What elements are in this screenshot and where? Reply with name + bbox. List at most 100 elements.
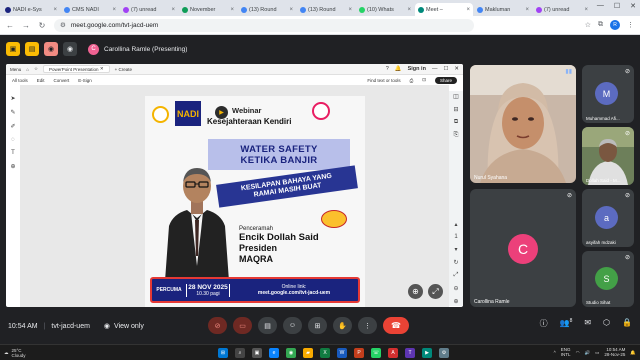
acrobat-icon[interactable]: A	[388, 348, 398, 358]
powerpoint-icon[interactable]: P	[354, 348, 364, 358]
browser-tab[interactable]: NADI e-Sys ×	[2, 3, 60, 16]
host-controls-icon[interactable]: 🔒	[622, 318, 632, 329]
participant-tile[interactable]: M ⊘ Muhammad Afi...	[582, 65, 634, 123]
select-tool-icon[interactable]: ➤	[10, 95, 15, 102]
zoom-in-side-icon[interactable]: ⊕	[453, 298, 458, 305]
fit-page-icon[interactable]: ⤢	[454, 272, 459, 279]
bookmark-icon[interactable]: ☆	[34, 66, 38, 72]
zoom-in-icon[interactable]: ⊕	[408, 284, 423, 299]
refresh-icon[interactable]: ↻	[453, 259, 458, 266]
share-button[interactable]: Share	[434, 76, 457, 84]
captions-button[interactable]: ▤	[258, 317, 277, 334]
browser-tab[interactable]: Makluman ×	[474, 3, 532, 16]
menu-all-tools[interactable]: All tools	[12, 78, 28, 83]
weather-widget[interactable]: ☁ 25°C Cloudy	[4, 348, 26, 358]
sign-in-button[interactable]: Sign in	[408, 66, 426, 72]
menu-edit[interactable]: Edit	[37, 78, 45, 83]
battery-icon[interactable]: ▭	[595, 350, 599, 355]
edge-icon[interactable]: e	[269, 348, 279, 358]
forward-icon[interactable]: →	[22, 21, 30, 30]
whatsapp-icon[interactable]: ☏	[371, 348, 381, 358]
system-clock[interactable]: 10:54 AM 28-Nov-25	[604, 347, 625, 357]
menu-convert[interactable]: Convert	[54, 78, 70, 83]
raise-hand-button[interactable]: ✋	[333, 317, 352, 334]
back-icon[interactable]: ←	[6, 21, 14, 30]
page-number[interactable]: 1	[454, 234, 457, 240]
participant-tile[interactable]: S ⊘ Studio Sihat	[582, 251, 634, 307]
browser-menu-icon[interactable]: ⋮	[627, 21, 634, 29]
browser-tab[interactable]: (13) Round ×	[297, 3, 355, 16]
camera-off-button[interactable]: ▭	[233, 317, 252, 334]
close-tab-icon[interactable]: ×	[171, 7, 175, 13]
minimize-pdf-icon[interactable]: —	[432, 66, 438, 72]
pin-icon[interactable]: ▣	[6, 42, 20, 56]
meet-icon[interactable]: ▶	[422, 348, 432, 358]
zoom-out-side-icon[interactable]: ⊖	[453, 285, 458, 292]
tray-chevron-icon[interactable]: ^	[554, 350, 556, 355]
profile-avatar[interactable]: R	[610, 20, 620, 30]
present-button[interactable]: ⊞	[308, 317, 327, 334]
extensions-icon[interactable]: ⧉	[598, 21, 603, 29]
menu-e-sign[interactable]: E-Sign	[78, 78, 92, 83]
attachments-panel-icon[interactable]: ⎘	[454, 132, 459, 139]
create-button[interactable]: + Create	[115, 67, 132, 72]
scroll-up-icon[interactable]: ▴	[454, 221, 457, 228]
star-icon[interactable]: ☆	[585, 21, 591, 29]
browser-tab[interactable]: November ×	[179, 3, 237, 16]
browser-tab[interactable]: CMS NADI ×	[61, 3, 119, 16]
search-tools-input[interactable]: Find text or tools	[367, 78, 400, 83]
home-icon[interactable]: ⌂	[26, 67, 29, 72]
leave-call-button[interactable]: ☎	[383, 317, 409, 334]
browser-tab[interactable]: (10) Whats ×	[356, 3, 414, 16]
task-view-icon[interactable]: ▣	[252, 348, 262, 358]
save-icon[interactable]: ⊡	[422, 77, 426, 83]
close-pdf-icon[interactable]: ✕	[454, 66, 459, 72]
comment-tool-icon[interactable]: ✎	[10, 109, 15, 116]
scroll-down-icon[interactable]: ▾	[454, 246, 457, 253]
close-tab-icon[interactable]: ×	[53, 7, 57, 13]
wifi-icon[interactable]: ◠	[576, 350, 580, 355]
participant-tile-main[interactable]: ▮▮ Nurul Syahana	[470, 65, 576, 183]
maximize-icon[interactable]: ☐	[614, 2, 620, 10]
close-tab-icon[interactable]: ×	[584, 7, 588, 13]
emoji-button[interactable]: ☺	[283, 317, 302, 334]
pdf-tab[interactable]: PowerPoint Presentation ✕	[43, 65, 110, 73]
participant-tile-carollina[interactable]: C ⊘ Carollina Ramle	[470, 189, 576, 307]
start-icon[interactable]: ⊞	[218, 348, 228, 358]
participant-tile[interactable]: ⊘ Dollah Said - M...	[582, 127, 634, 185]
bookmarks-panel-icon[interactable]: ⊟	[453, 106, 458, 113]
close-tab-icon[interactable]: ×	[112, 7, 116, 13]
word-icon[interactable]: W	[337, 348, 347, 358]
search-icon[interactable]: ⌕	[235, 348, 245, 358]
lasso-tool-icon[interactable]: ◌	[11, 137, 15, 143]
people-icon[interactable]: 👥8	[560, 318, 573, 329]
help-icon[interactable]: ?	[386, 66, 389, 72]
reload-icon[interactable]: ↻	[38, 21, 46, 30]
pages-panel-icon[interactable]: ⧉	[454, 119, 458, 126]
teams-icon[interactable]: T	[405, 348, 415, 358]
browser-tab[interactable]: (13) Round ×	[238, 3, 296, 16]
expand-icon[interactable]: ⤢	[428, 284, 443, 299]
draw-tool-icon[interactable]: ✐	[10, 123, 15, 130]
comment-panel-icon[interactable]: ◫	[453, 93, 459, 100]
pdf-menu-button[interactable]: Menu	[10, 67, 21, 72]
excel-icon[interactable]: X	[320, 348, 330, 358]
browser-tab[interactable]: (7) unread ×	[533, 3, 591, 16]
lock-icon[interactable]: ▤	[25, 42, 39, 56]
site-info-icon[interactable]: ⚙	[60, 21, 66, 29]
close-window-icon[interactable]: ✕	[630, 2, 636, 10]
browser-tab[interactable]: (7) unread ×	[120, 3, 178, 16]
eye-icon[interactable]: ◉	[63, 42, 77, 56]
text-tool-icon[interactable]: T	[11, 150, 15, 156]
close-tab-icon[interactable]: ×	[407, 7, 411, 13]
close-tab-icon[interactable]: ×	[525, 7, 529, 13]
participant-tile[interactable]: a ⊘ asyifah mdzaki	[582, 189, 634, 247]
activities-icon[interactable]: ⬡	[603, 318, 610, 329]
maximize-pdf-icon[interactable]: ☐	[443, 66, 448, 72]
settings-icon[interactable]: ⚙	[439, 348, 449, 358]
chat-icon[interactable]: ✉	[584, 318, 591, 329]
file-explorer-icon[interactable]: ▰	[303, 348, 313, 358]
close-tab-icon[interactable]: ×	[230, 7, 234, 13]
close-tab-icon[interactable]: ×	[348, 7, 352, 13]
stamp-tool-icon[interactable]: ⊕	[10, 163, 15, 170]
